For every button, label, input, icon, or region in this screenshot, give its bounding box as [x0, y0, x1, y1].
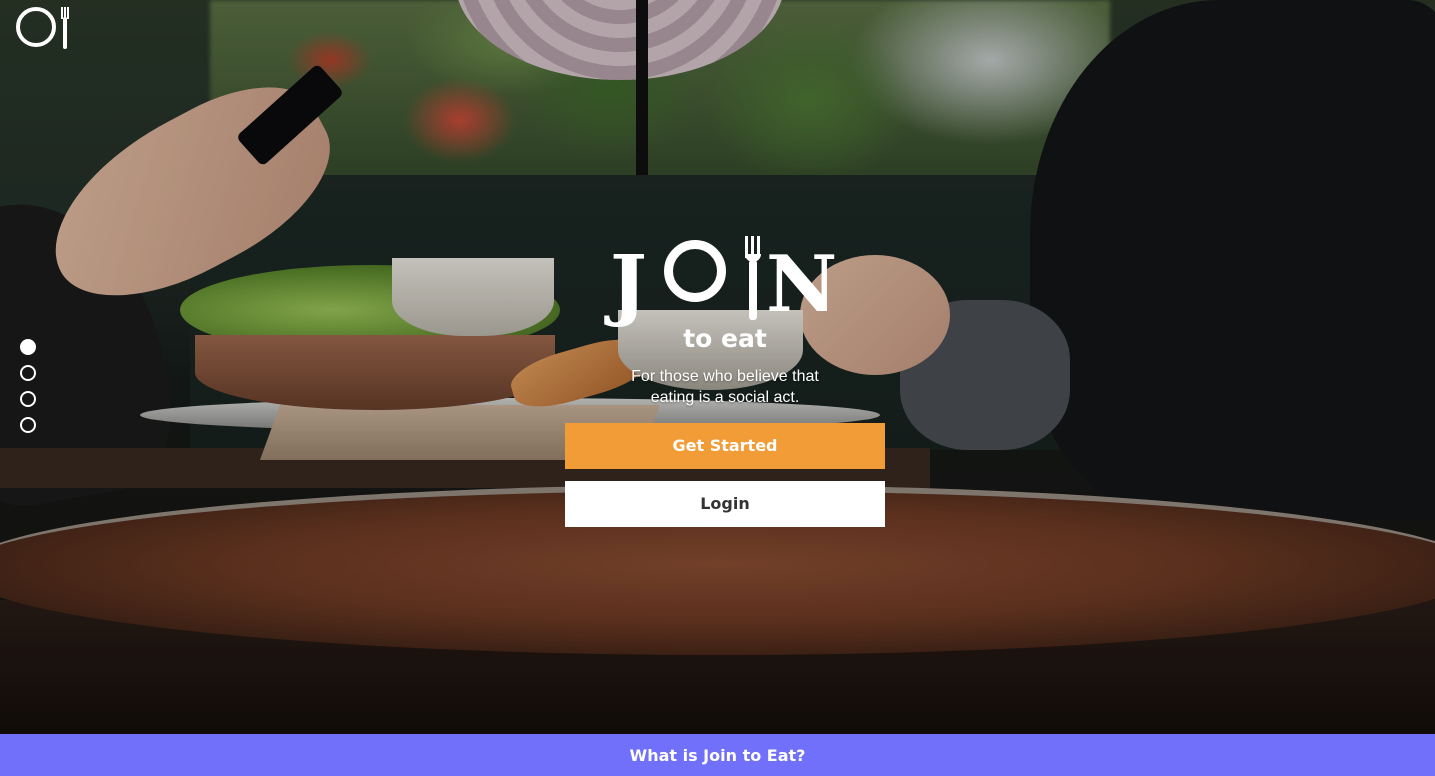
fork-icon [61, 7, 69, 49]
tagline-line-1: For those who believe that [631, 368, 819, 385]
what-is-join-to-eat-label: What is Join to Eat? [629, 745, 806, 765]
slide-indicators [20, 339, 36, 443]
join-to-eat-logo: J N to eat [610, 232, 840, 354]
tagline: For those who believe that eating is a s… [565, 366, 885, 408]
hero: J N to eat For those who believe that ea… [565, 232, 885, 527]
logo-letter-n: N [766, 239, 837, 330]
slide-dot-4[interactable] [20, 417, 36, 433]
plate-ring [16, 7, 56, 47]
logo-wordmark: J N [610, 246, 840, 324]
slide-dot-1[interactable] [20, 339, 36, 355]
logo-subtitle: to eat [683, 324, 767, 353]
login-button[interactable]: Login [565, 481, 885, 527]
slide-dot-3[interactable] [20, 391, 36, 407]
get-started-button[interactable]: Get Started [565, 423, 885, 469]
tagline-line-2: eating is a social act. [650, 389, 800, 406]
logo-plate-icon [664, 240, 726, 302]
logo-letter-j: J [610, 239, 647, 330]
slide-dot-2[interactable] [20, 365, 36, 381]
what-is-join-to-eat-bar[interactable]: What is Join to Eat? [0, 734, 1435, 776]
logo-fork-icon [744, 236, 762, 320]
plate-and-fork-icon[interactable] [14, 5, 70, 51]
